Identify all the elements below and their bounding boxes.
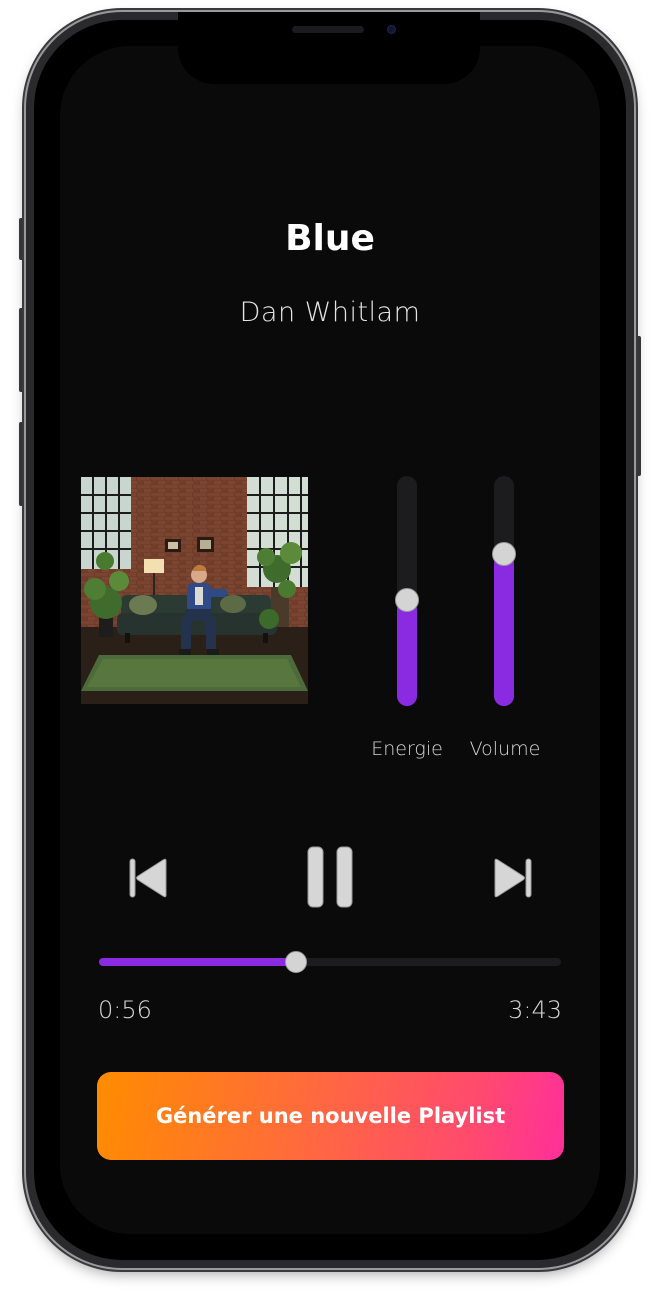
progress-bar-fill	[99, 958, 296, 966]
total-duration: 3:43	[508, 996, 562, 1024]
side-button-volume-down	[19, 422, 24, 506]
skip-next-icon	[494, 858, 532, 898]
pause-button[interactable]	[306, 846, 354, 908]
earpiece-speaker	[292, 26, 364, 33]
side-button-power	[636, 336, 641, 476]
progress-bar[interactable]	[99, 951, 561, 973]
track-artist: Dan Whitlam	[239, 297, 421, 328]
volume-slider-fill	[494, 554, 514, 706]
volume-label: Volume	[469, 738, 541, 760]
volume-slider-handle[interactable]	[492, 542, 516, 566]
track-title: Blue	[285, 218, 375, 259]
pause-icon	[307, 846, 353, 908]
album-art-image	[81, 477, 308, 704]
energy-slider-handle[interactable]	[395, 588, 419, 612]
generate-playlist-button[interactable]: Générer une nouvelle Playlist	[97, 1072, 564, 1160]
progress-bar-handle[interactable]	[285, 951, 307, 973]
front-camera	[387, 25, 396, 34]
elapsed-time: 0:56	[98, 996, 152, 1024]
energy-slider[interactable]	[395, 476, 419, 706]
energy-label: Energie	[371, 738, 443, 760]
skip-previous-icon	[129, 858, 167, 898]
volume-slider[interactable]	[492, 476, 516, 706]
previous-button[interactable]	[128, 856, 170, 900]
generate-playlist-label: Générer une nouvelle Playlist	[155, 1104, 506, 1128]
phone-notch	[178, 12, 480, 84]
album-art	[81, 477, 308, 704]
next-button[interactable]	[491, 856, 533, 900]
energy-slider-fill	[397, 600, 417, 706]
